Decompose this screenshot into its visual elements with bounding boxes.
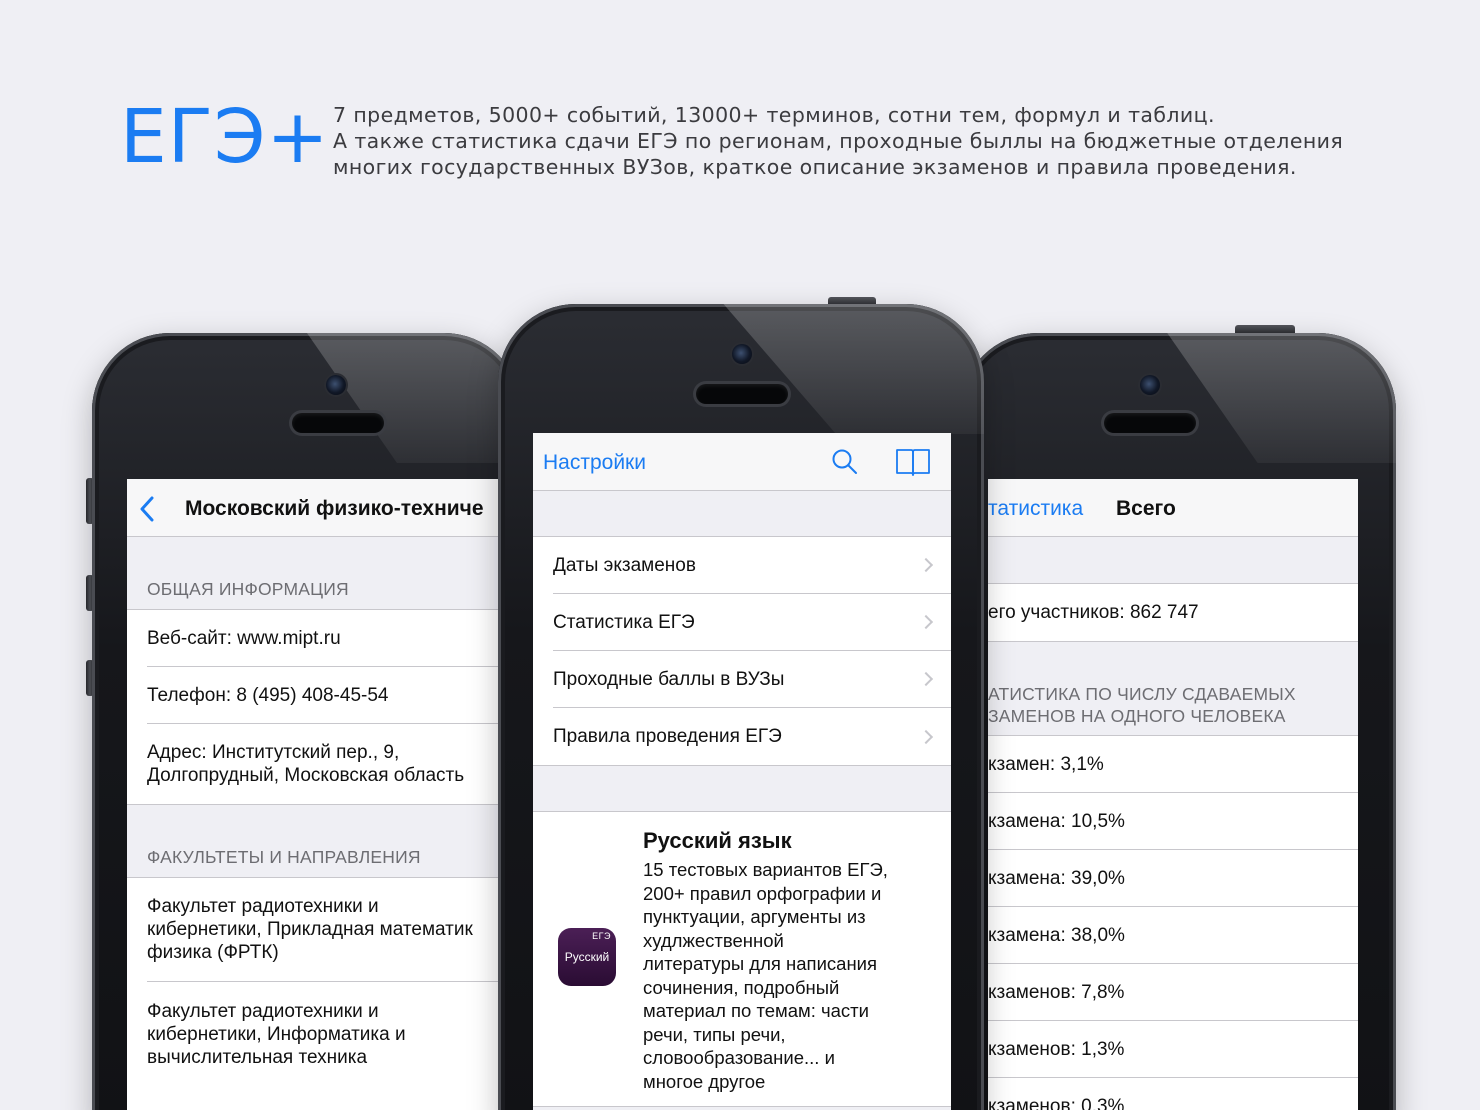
main-menu: Даты экзаменов Статистика ЕГЭ Проходные … [533,536,951,766]
row-text: Проходные баллы в ВУЗы [553,668,785,690]
phone-left: Московский физико-техниче ОБЩАЯ ИНФОРМАЦ… [92,333,522,1110]
list-item-stat: кзаменов: 7,8% [988,964,1358,1021]
list-item-total: его участников: 862 747 [988,584,1358,641]
row-text: его участников: 862 747 [988,602,1199,623]
book-icon[interactable] [895,446,931,478]
app-icon-label: Русский [564,950,610,964]
chevron-right-icon [918,614,934,630]
list-item-stat: кзамена: 38,0% [988,907,1358,964]
phone-glare [723,304,984,434]
list-item-faculty[interactable]: Факультет радиотехники и кибернетики, Ин… [147,982,505,1086]
promo-card[interactable]: ЕГЭ Русский Русский язык 15 тестовых вар… [533,811,951,1107]
earpiece-speaker [292,413,384,433]
list-item-faculty[interactable]: Факультет радиотехники и кибернетики, Пр… [147,878,505,982]
tagline: 7 предметов, 5000+ событий, 13000+ терми… [333,102,1433,180]
navigation-bar: татистика Всего [988,479,1358,537]
stats-group: кзамен: 3,1% кзамена: 10,5% кзамена: 39,… [988,735,1358,1110]
list-item-address[interactable]: Адрес: Институтский пер., 9, Долгопрудны… [147,724,505,804]
page-title: Всего [1116,497,1176,520]
promo-description: 15 тестовых вариантов ЕГЭ, 200+ правил о… [643,859,888,1092]
earpiece-speaker [1104,413,1196,433]
row-text: кзаменов: 0,3% [988,1096,1125,1110]
screen-statistics: татистика Всего его участников: 862 747 … [988,479,1358,1110]
phone-glare [307,333,522,463]
front-camera [732,344,752,364]
row-text: Факультет радиотехники и кибернетики, Ин… [147,1000,406,1068]
section-header-stats: АТИСТИКА ПО ЧИСЛУ СДАВАЕМЫХ ЗАМЕНОВ НА О… [988,684,1296,726]
row-text: кзамена: 38,0% [988,924,1125,946]
settings-link[interactable]: Настройки [543,451,646,475]
phone-glare [1167,333,1396,463]
row-text: Веб-сайт: www.mipt.ru [147,627,341,649]
front-camera [1140,375,1160,395]
navigation-bar: Настройки [533,433,951,491]
screen-university: Московский физико-техниче ОБЩАЯ ИНФОРМАЦ… [127,479,505,1110]
tagline-line: А также статистика сдачи ЕГЭ по регионам… [333,129,1344,153]
chevron-right-icon [918,557,934,573]
promo-title: Русский язык [643,828,792,853]
row-text: Статистика ЕГЭ [553,611,695,633]
row-text: Телефон: 8 (495) 408-45-54 [147,684,389,706]
list-item-stat: кзамена: 10,5% [988,793,1358,850]
list-item-website[interactable]: Веб-сайт: www.mipt.ru [147,610,505,667]
phone-right: татистика Всего его участников: 862 747 … [960,333,1396,1110]
navigation-bar: Московский физико-техниче [127,479,505,537]
chevron-right-icon [918,671,934,687]
phone-center: Настройки Даты экзаменов Статистика ЕГЭ … [498,304,984,1110]
total-group: его участников: 862 747 [988,583,1358,642]
back-button[interactable]: татистика [988,497,1083,521]
menu-item-passing-scores[interactable]: Проходные баллы в ВУЗы [553,651,951,708]
earpiece-speaker [696,384,788,404]
row-text: кзамена: 10,5% [988,810,1125,832]
row-text: кзаменов: 1,3% [988,1038,1125,1060]
app-icon-tag: ЕГЭ [592,931,611,941]
front-camera [326,375,346,395]
section-header-general: ОБЩАЯ ИНФОРМАЦИЯ [147,579,349,599]
back-chevron-icon[interactable] [139,495,155,523]
tagline-line: многих государственных ВУЗов, краткое оп… [333,155,1297,179]
page-title: Московский физико-техниче [185,497,484,520]
list-item-stat: кзаменов: 1,3% [988,1021,1358,1078]
list-item-stat: кзамена: 39,0% [988,850,1358,907]
faculties-group: Факультет радиотехники и кибернетики, Пр… [127,877,505,1110]
row-text: кзамен: 3,1% [988,753,1104,775]
list-item-stat: кзамен: 3,1% [988,736,1358,793]
list-item-stat: кзаменов: 0,3% [988,1078,1358,1110]
menu-item-statistics[interactable]: Статистика ЕГЭ [553,594,951,651]
menu-item-exam-rules[interactable]: Правила проведения ЕГЭ [553,708,951,765]
list-item-phone[interactable]: Телефон: 8 (495) 408-45-54 [147,667,505,724]
row-text: Даты экзаменов [553,554,696,576]
chevron-right-icon [918,729,934,744]
row-text: Факультет радиотехники и кибернетики, Пр… [147,896,473,963]
row-text: Правила проведения ЕГЭ [553,726,782,747]
section-header-faculties: ФАКУЛЬТЕТЫ И НАПРАВЛЕНИЯ [147,847,421,867]
app-logo: ЕГЭ+ [120,94,330,180]
search-icon[interactable] [831,448,859,476]
tagline-line: 7 предметов, 5000+ событий, 13000+ терми… [333,103,1215,127]
menu-item-exam-dates[interactable]: Даты экзаменов [553,537,951,594]
row-text: Адрес: Институтский пер., 9, Долгопрудны… [147,742,465,786]
general-info-group: Веб-сайт: www.mipt.ru Телефон: 8 (495) 4… [127,609,505,805]
row-text: кзаменов: 7,8% [988,981,1125,1003]
row-text: кзамена: 39,0% [988,867,1125,889]
russian-app-icon[interactable]: ЕГЭ Русский [558,928,616,986]
screen-settings-menu: Настройки Даты экзаменов Статистика ЕГЭ … [533,433,951,1110]
